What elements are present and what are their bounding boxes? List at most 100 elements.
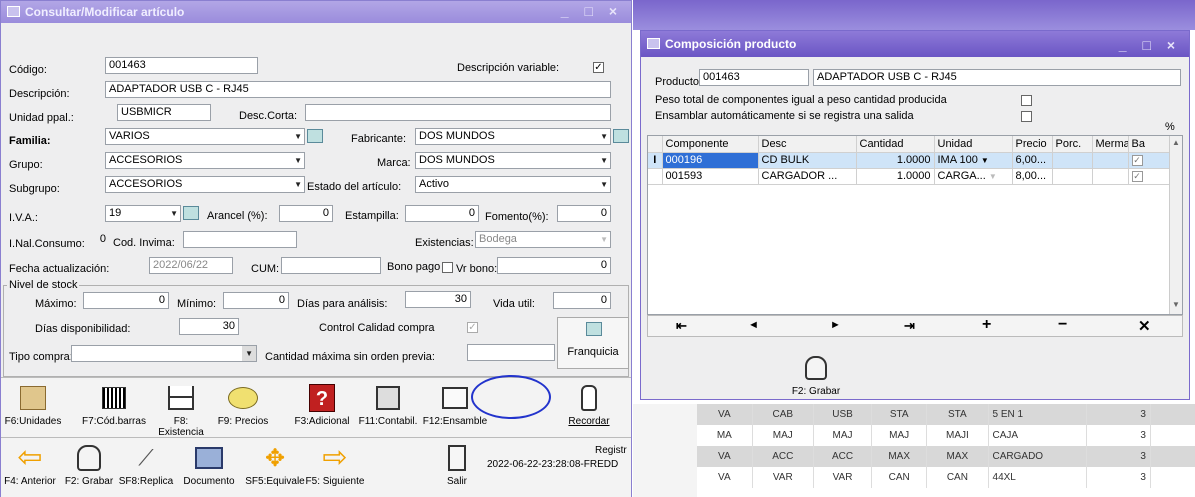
cell-cantidad[interactable]: 1.0000 <box>856 168 935 185</box>
contabil-button[interactable]: F11:Contabil. <box>357 383 419 427</box>
grid-scrollbar[interactable]: ▲ ▼ <box>1169 136 1182 314</box>
nav-prior-icon[interactable]: ◄ <box>748 319 759 331</box>
recordar-button[interactable]: Recordar <box>559 383 619 427</box>
articulo-titlebar[interactable]: Consultar/Modificar artículo _ □ × <box>1 1 631 23</box>
tipo-compra-select[interactable]: ▼ <box>71 345 257 362</box>
col-componente[interactable]: Componente <box>662 136 759 153</box>
table-row[interactable]: MAMAJMAJMAJMAJICAJA319 <box>697 425 1195 446</box>
nav-next-icon[interactable]: ► <box>830 319 841 331</box>
marca-select[interactable]: DOS MUNDOS ▼ <box>415 152 611 169</box>
nav-last-icon[interactable]: ⇥ <box>904 318 915 334</box>
cell-porc[interactable] <box>1052 152 1093 169</box>
col-porc[interactable]: Porc. <box>1052 136 1093 153</box>
dias-analisis-field[interactable]: 30 <box>405 291 471 308</box>
cell-cantidad[interactable]: 1.0000 <box>856 152 935 169</box>
cell-merma[interactable] <box>1092 152 1129 169</box>
codbarras-button[interactable]: F7:Cód.barras <box>79 383 149 427</box>
subgrupo-select[interactable]: ACCESORIOS ▼ <box>105 176 305 193</box>
siguiente-button[interactable]: ⇨ F5: Siguiente <box>303 443 367 488</box>
ensamblar-checkbox[interactable] <box>1021 111 1032 122</box>
replica-button[interactable]: ⟋ SF8:Replica <box>117 443 175 487</box>
precios-button[interactable]: F9: Precios <box>215 383 271 427</box>
cell-precio[interactable]: 8,00... <box>1012 168 1053 185</box>
composicion-titlebar[interactable]: Composición producto _ □ × <box>641 31 1189 57</box>
cell-componente[interactable]: 000196 <box>662 152 759 169</box>
descripcion-field[interactable]: ADAPTADOR USB C - RJ45 <box>105 81 611 98</box>
existencia-button[interactable]: F8: Existencia <box>151 383 211 438</box>
cell-porc[interactable] <box>1052 168 1093 185</box>
window-controls-icon[interactable]: _ □ × <box>561 3 623 19</box>
scroll-up-icon[interactable]: ▲ <box>1172 138 1180 147</box>
fomento-field[interactable]: 0 <box>557 205 611 222</box>
nav-cancel-icon[interactable]: ✕ <box>1138 317 1151 335</box>
cell-unidad[interactable]: IMA 100 ▼ <box>934 152 1013 169</box>
franquicia-button[interactable]: Franquicia <box>557 317 629 369</box>
familia-select[interactable]: VARIOS ▼ <box>105 128 305 145</box>
cell-componente[interactable]: 001593 <box>662 168 759 185</box>
table-row[interactable]: VAVARVARCANCAN44XL319 <box>697 467 1195 488</box>
col-precio[interactable]: Precio <box>1012 136 1053 153</box>
dias-disp-field[interactable]: 30 <box>179 318 239 335</box>
nav-delete-icon[interactable]: − <box>1058 316 1067 334</box>
control-calidad-checkbox[interactable]: ✓ <box>467 322 478 333</box>
anterior-button[interactable]: ⇦ F4: Anterior <box>1 443 59 488</box>
bono-checkbox[interactable] <box>442 262 453 273</box>
col-merma[interactable]: Merma <box>1092 136 1129 153</box>
calculator-icon[interactable] <box>613 129 629 143</box>
invima-field[interactable] <box>183 231 297 248</box>
fabricante-select[interactable]: DOS MUNDOS ▼ <box>415 128 611 145</box>
cell-ba[interactable]: ✓ <box>1128 152 1171 169</box>
calculator-icon[interactable] <box>307 129 323 143</box>
fecha-field[interactable]: 2022/06/22 <box>149 257 233 274</box>
iva-select[interactable]: 19 ▼ <box>105 205 181 222</box>
estampilla-field[interactable]: 0 <box>405 205 479 222</box>
vida-field[interactable]: 0 <box>553 292 611 309</box>
salir-label: Salir <box>446 476 467 487</box>
desc-corta-field[interactable] <box>305 104 611 121</box>
ba-checkbox[interactable]: ✓ <box>1131 155 1143 166</box>
cell-unidad[interactable]: CARGA... ▼ <box>934 168 1013 185</box>
col-cantidad[interactable]: Cantidad <box>856 136 935 153</box>
salir-button[interactable]: Salir <box>437 443 477 487</box>
producto-field[interactable]: 001463 <box>699 69 809 86</box>
table-row[interactable]: I 000196 CD BULK 1.0000 IMA 100 ▼ 6,00..… <box>648 152 1171 169</box>
producto-desc-field[interactable]: ADAPTADOR USB C - RJ45 <box>813 69 1181 86</box>
grupo-select[interactable]: ACCESORIOS ▼ <box>105 152 305 169</box>
cell-desc[interactable]: CARGADOR ... <box>758 168 857 185</box>
composicion-grabar-button[interactable]: F2: Grabar <box>781 353 851 397</box>
desc-variable-checkbox[interactable]: ✓ <box>593 62 604 73</box>
cum-field[interactable] <box>281 257 381 274</box>
equivale-button[interactable]: ✥ SF5:Equivale <box>243 443 307 488</box>
vrbono-field[interactable]: 0 <box>497 257 611 274</box>
unidades-button[interactable]: F6:Unidades <box>3 383 63 427</box>
scroll-down-icon[interactable]: ▼ <box>1172 300 1180 309</box>
unidad-field[interactable]: USBMICR <box>117 104 211 121</box>
calculator-icon[interactable] <box>183 206 199 220</box>
adicional-button[interactable]: ? F3:Adicional <box>291 383 353 427</box>
peso-checkbox[interactable] <box>1021 95 1032 106</box>
col-ba[interactable]: Ba <box>1128 136 1171 153</box>
col-desc[interactable]: Desc <box>758 136 857 153</box>
window-controls-icon[interactable]: _ □ × <box>1119 37 1181 53</box>
cell-ba[interactable]: ✓ <box>1128 168 1171 185</box>
cant-max-field[interactable] <box>467 344 555 361</box>
ba-checkbox[interactable]: ✓ <box>1131 171 1143 182</box>
cell-merma[interactable] <box>1092 168 1129 185</box>
maximo-field[interactable]: 0 <box>83 292 169 309</box>
estado-select[interactable]: Activo ▼ <box>415 176 611 193</box>
cell-precio[interactable]: 6,00... <box>1012 152 1053 169</box>
col-unidad[interactable]: Unidad <box>934 136 1013 153</box>
table-row[interactable]: VAACCACCMAXMAXCARGADO319 <box>697 446 1195 467</box>
inal-field[interactable]: 0 <box>79 232 109 249</box>
arancel-field[interactable]: 0 <box>279 205 333 222</box>
table-row[interactable]: VACABUSBSTASTA5 EN 1319 <box>697 404 1195 425</box>
nav-insert-icon[interactable]: + <box>982 316 991 334</box>
table-row[interactable]: 001593 CARGADOR ... 1.0000 CARGA... ▼ 8,… <box>648 168 1171 185</box>
grabar-button[interactable]: F2: Grabar <box>63 443 115 487</box>
codigo-field[interactable]: 001463 <box>105 57 258 74</box>
cell-desc[interactable]: CD BULK <box>758 152 857 169</box>
documento-button[interactable]: Documento <box>177 443 241 487</box>
minimo-field[interactable]: 0 <box>223 292 289 309</box>
existencias-select[interactable]: Bodega ▼ <box>475 231 611 248</box>
nav-first-icon[interactable]: ⇤ <box>676 318 687 334</box>
